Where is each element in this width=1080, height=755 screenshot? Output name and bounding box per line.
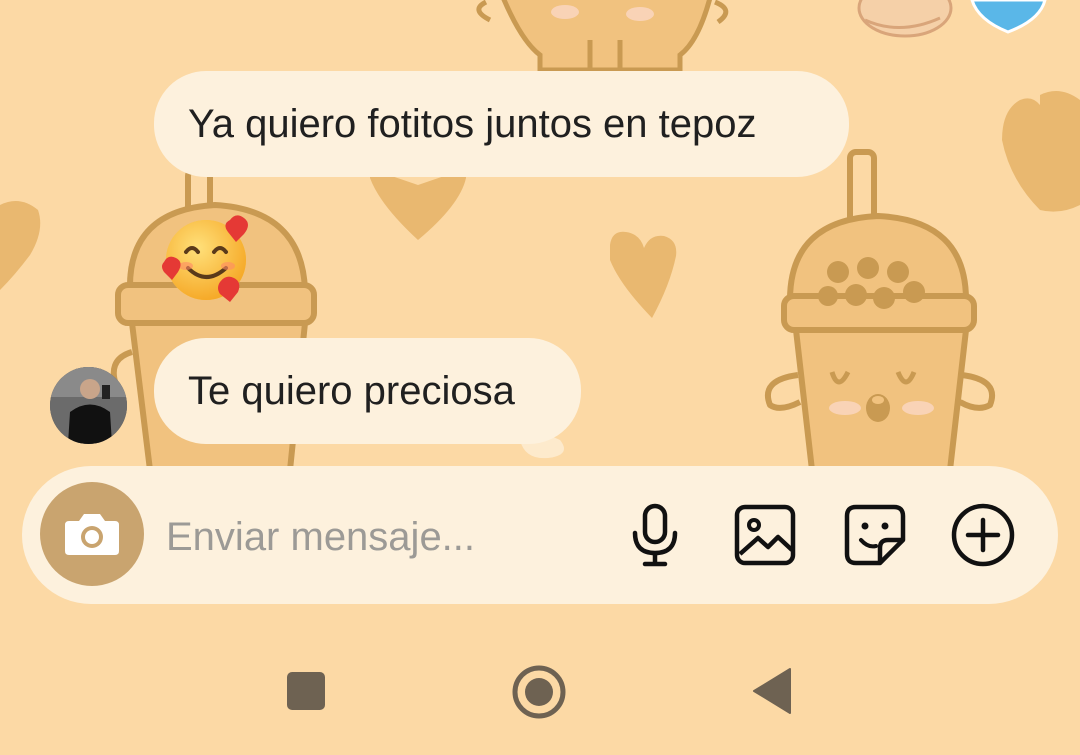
voice-message-button[interactable] [620,500,690,570]
image-icon [734,504,796,566]
more-options-button[interactable] [948,500,1018,570]
recents-square-icon [287,672,325,710]
back-button[interactable] [750,666,794,716]
avatar[interactable] [50,367,127,444]
camera-button[interactable] [40,482,144,586]
message-text: Ya quiero fotitos juntos en tepoz [188,101,757,146]
gallery-button[interactable] [730,500,800,570]
person-photo-icon [50,367,127,444]
back-triangle-icon [753,668,791,714]
smiling-face-with-hearts-icon [162,215,248,302]
recents-button[interactable] [283,668,329,714]
message-text: Te quiero preciosa [188,368,515,413]
message-bubble[interactable]: Ya quiero fotitos juntos en tepoz [154,71,849,177]
home-button[interactable] [510,663,568,721]
home-circle-icon [512,665,566,719]
camera-icon [65,514,119,555]
plus-circle-icon [951,503,1015,567]
sticker-button[interactable] [840,500,910,570]
message-bubble[interactable]: Te quiero preciosa [154,338,581,444]
microphone-icon [632,503,678,567]
message-input[interactable] [166,505,586,569]
system-navigation-bar [0,620,1080,755]
sticker-icon [844,504,906,566]
